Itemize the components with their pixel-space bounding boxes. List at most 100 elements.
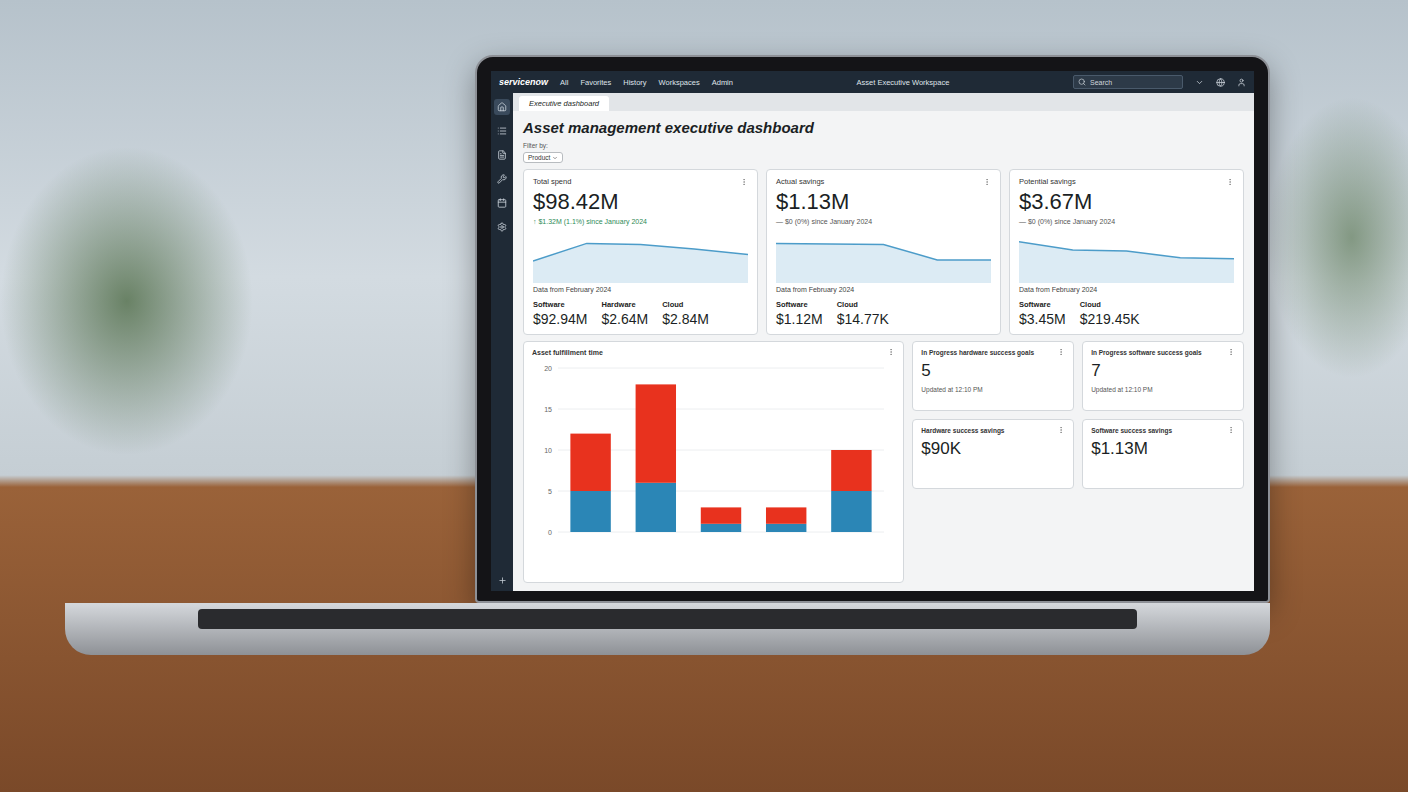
breakdown: Software$1.12M Cloud$14.77K (776, 300, 991, 327)
tab[interactable]: Executive dashboard (519, 96, 609, 111)
nav-item[interactable]: All (560, 78, 568, 87)
bar-segment[interactable] (701, 507, 741, 523)
filter-chip[interactable]: Product (523, 152, 563, 163)
rail-icon (497, 198, 507, 208)
breakdown-item[interactable]: Software$3.45M (1019, 300, 1066, 327)
rail-button[interactable] (494, 123, 510, 139)
page-title: Asset management executive dashboard (523, 119, 1244, 136)
more-icon[interactable] (1057, 348, 1065, 356)
rail-icon (497, 174, 507, 184)
kpi-grid: In Progress hardware success goals5Updat… (912, 341, 1244, 583)
search-field[interactable]: Search (1073, 75, 1183, 89)
kpi-value: 5 (921, 361, 1065, 381)
kpi-value: $1.13M (1091, 439, 1235, 459)
card-delta: ↑ $1.32M (1.1%) since January 2024 (533, 218, 748, 225)
filter-label: Filter by: (523, 142, 548, 149)
trend-chart (533, 228, 748, 283)
breakdown-item[interactable]: Software$92.94M (533, 300, 587, 327)
bar-stack[interactable] (570, 434, 610, 532)
breakdown-item[interactable]: Cloud$219.45K (1080, 300, 1140, 327)
rail-button[interactable] (494, 195, 510, 211)
more-icon[interactable] (983, 178, 991, 186)
rail-button[interactable] (494, 147, 510, 163)
logo[interactable]: servicenow (499, 77, 548, 87)
breakdown-item[interactable]: Hardware$2.64M (601, 300, 648, 327)
bar-segment[interactable] (831, 450, 871, 491)
more-icon[interactable] (887, 348, 895, 356)
rail-icon (497, 150, 507, 160)
svg-text:20: 20 (544, 365, 552, 372)
bar-segment[interactable] (701, 524, 741, 532)
bar-segment[interactable] (636, 483, 676, 532)
card-title: Actual savings (776, 177, 824, 186)
nav-item[interactable]: Admin (712, 78, 733, 87)
breakdown-item[interactable]: Cloud$2.84M (662, 300, 709, 327)
trend-area (776, 243, 991, 283)
kpi-value: $90K (921, 439, 1065, 459)
fulfillment-bar-chart: 20151050 (532, 360, 892, 540)
trend-area (533, 243, 748, 283)
nav-item[interactable]: Workspaces (659, 78, 700, 87)
bar-stack[interactable] (636, 384, 676, 532)
more-icon[interactable] (1227, 426, 1235, 434)
breakdown: Software$92.94M Hardware$2.64M Cloud$2.84M (533, 300, 748, 327)
rail-button[interactable] (494, 219, 510, 235)
chevron-icon[interactable] (1195, 78, 1204, 87)
more-icon[interactable] (1226, 178, 1234, 186)
bar-segment[interactable] (570, 491, 610, 532)
summary-card[interactable]: Potential savings$3.67M— $0 (0%) since J… (1009, 169, 1244, 335)
kpi-value: 7 (1091, 361, 1235, 381)
card-note: Data from February 2024 (776, 286, 991, 293)
card-title: Total spend (533, 177, 571, 186)
card-note: Data from February 2024 (1019, 286, 1234, 293)
more-icon[interactable] (740, 178, 748, 186)
bar-segment[interactable] (570, 434, 610, 491)
globe-icon[interactable] (1216, 78, 1225, 87)
desk-scene: servicenow All Favorites History Workspaces A… (0, 0, 1408, 792)
rail-button[interactable] (494, 171, 510, 187)
more-icon[interactable] (1227, 348, 1235, 356)
dashboard: Asset management executive dashboard Filt… (513, 111, 1254, 591)
bar-segment[interactable] (766, 507, 806, 523)
rail-icon (497, 222, 507, 232)
breakdown-item[interactable]: Software$1.12M (776, 300, 823, 327)
plus-icon[interactable] (498, 576, 507, 585)
bottom-row: Asset fulfillment time20151050In Progres… (523, 341, 1244, 583)
nav-item[interactable]: Favorites (580, 78, 611, 87)
nav-item[interactable]: History (623, 78, 646, 87)
breakdown-item[interactable]: Cloud$14.77K (837, 300, 889, 327)
trend-line (776, 243, 991, 260)
summary-card[interactable]: Total spend$98.42M↑ $1.32M (1.1%) since … (523, 169, 758, 335)
more-icon[interactable] (1057, 426, 1065, 434)
kpi-card[interactable]: In Progress software success goals7Updat… (1082, 341, 1244, 411)
axis-tick: 20 (544, 365, 884, 372)
bar-stack[interactable] (701, 507, 741, 532)
kpi-title: In Progress software success goals (1091, 349, 1202, 356)
keyboard (198, 609, 1138, 629)
trend-chart (776, 228, 991, 283)
kpi-title: Hardware success savings (921, 427, 1004, 434)
kpi-title: Software success savings (1091, 427, 1172, 434)
chart-title: Asset fulfillment time (532, 349, 603, 356)
bar-segment[interactable] (831, 491, 871, 532)
screen: servicenow All Favorites History Workspaces A… (491, 71, 1254, 591)
svg-text:5: 5 (548, 488, 552, 495)
card-delta: — $0 (0%) since January 2024 (1019, 218, 1234, 225)
bar-segment[interactable] (766, 524, 806, 532)
user-icon[interactable] (1237, 78, 1246, 87)
summary-card[interactable]: Actual savings$1.13M— $0 (0%) since Janu… (766, 169, 1001, 335)
workspace-body: Executive dashboardAsset management exec… (491, 93, 1254, 591)
kpi-card[interactable]: In Progress hardware success goals5Updat… (912, 341, 1074, 411)
axis-tick: 15 (544, 406, 884, 413)
card-value: $1.13M (776, 189, 991, 215)
bar-stack[interactable] (831, 450, 871, 532)
card-title: Potential savings (1019, 177, 1076, 186)
bar-stack[interactable] (766, 507, 806, 532)
kpi-card[interactable]: Hardware success savings $90K (912, 419, 1074, 489)
chevron-icon (552, 155, 558, 161)
filter: Filter by: Product (523, 142, 1244, 163)
laptop-lid: servicenow All Favorites History Workspaces A… (475, 55, 1270, 603)
rail-button[interactable] (494, 99, 510, 115)
kpi-card[interactable]: Software success savings $1.13M (1082, 419, 1244, 489)
bar-segment[interactable] (636, 384, 676, 482)
